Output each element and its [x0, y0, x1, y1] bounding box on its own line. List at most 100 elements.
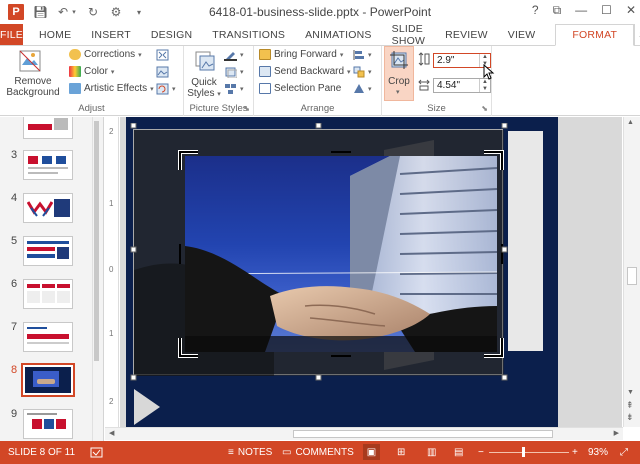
quick-styles-icon[interactable]	[194, 50, 216, 74]
customize-qat-icon[interactable]: ▾	[132, 8, 146, 17]
next-slide-icon[interactable]: ⇟	[626, 412, 634, 423]
chevron-down-icon: ▾	[339, 51, 344, 59]
selection-handles[interactable]	[128, 123, 510, 381]
slide-thumbnail-8[interactable]	[21, 363, 75, 397]
slide-show-icon: ▤	[454, 447, 464, 458]
tab-slide-show[interactable]: SLIDE SHOW	[382, 23, 435, 47]
save-icon[interactable]: 💾︎	[33, 5, 48, 19]
tab-file[interactable]: FILE	[0, 24, 23, 45]
tab-review[interactable]: REVIEW	[435, 24, 498, 45]
chevron-down-icon: ▾	[347, 68, 351, 76]
tab-design[interactable]: DESIGN	[141, 24, 202, 45]
minimize-button[interactable]: —	[575, 3, 587, 18]
canvas-horizontal-scrollbar[interactable]: ◀ ▶	[105, 427, 623, 440]
corrections-button[interactable]: Corrections ▾	[69, 49, 142, 60]
slide-show-view-button[interactable]: ▤	[454, 447, 463, 458]
tab-transitions[interactable]: TRANSITIONS	[202, 24, 295, 45]
slide-decorative-block	[508, 131, 543, 351]
ribbon-display-options-icon[interactable]: ⧉	[553, 3, 562, 18]
spelling-check-icon[interactable]	[90, 447, 103, 458]
canvas-vertical-scrollbar[interactable]: ▲ ▼ ⇞ ⇟	[623, 117, 640, 427]
picture-layout-icon[interactable]: ▾	[224, 83, 244, 95]
slide-thumbnail-3[interactable]	[23, 150, 73, 180]
notes-button[interactable]: ≡ NOTES	[228, 447, 272, 458]
slide-thumbnail-9[interactable]	[23, 409, 73, 439]
picture-effects-icon[interactable]: ▾	[224, 66, 244, 78]
slide-editing-canvas[interactable]	[120, 117, 622, 427]
previous-slide-icon[interactable]: ⇞	[626, 400, 634, 411]
vertical-ruler: 2 1 0 1 2	[105, 117, 119, 427]
undo-dropdown-icon[interactable]: ▾	[71, 8, 77, 16]
close-button[interactable]: ✕	[626, 3, 636, 18]
chevron-down-icon: ▾	[110, 68, 115, 76]
slide-number-9: 9	[11, 408, 18, 420]
send-backward-button[interactable]: Send Backward ▾	[259, 66, 351, 77]
zoom-level[interactable]: 93%	[588, 447, 608, 458]
comments-button[interactable]: ▭ COMMENTS	[282, 447, 354, 458]
remove-background-icon[interactable]	[18, 49, 42, 73]
group-objects-icon[interactable]: ▾	[353, 66, 372, 78]
undo-icon[interactable]: ↶	[56, 5, 70, 19]
slide-thumbnail-2-partial[interactable]	[23, 117, 73, 139]
slide-thumbnail-6[interactable]	[23, 279, 73, 309]
start-from-beginning-icon[interactable]: ⚙	[109, 5, 123, 19]
maximize-button[interactable]: ☐	[601, 3, 612, 18]
selection-pane-button[interactable]: Selection Pane	[259, 83, 341, 94]
slide-thumbnail-7[interactable]	[23, 322, 73, 352]
tab-insert[interactable]: INSERT	[81, 24, 141, 45]
color-button[interactable]: Color ▾	[69, 66, 114, 77]
crop-button[interactable]: Crop ▾	[384, 46, 414, 101]
artistic-effects-button[interactable]: Artistic Effects ▾	[69, 83, 154, 94]
picture-styles-launcher-icon[interactable]: ⬊	[243, 104, 250, 113]
scroll-left-icon[interactable]: ◀	[109, 429, 114, 437]
rotate-icon[interactable]: ▾	[353, 83, 372, 95]
compress-pictures-icon[interactable]	[156, 49, 169, 61]
quick-styles-button[interactable]: Quick Styles ▾	[184, 77, 224, 100]
thumbnail-scrollbar[interactable]	[92, 117, 100, 441]
chevron-down-icon: ▾	[172, 86, 176, 93]
bring-forward-button[interactable]: Bring Forward ▾	[259, 49, 343, 60]
normal-view-button[interactable]: ▣	[363, 444, 380, 460]
scroll-up-icon[interactable]: ▲	[627, 119, 634, 126]
zoom-in-button[interactable]: +	[572, 447, 578, 458]
chevron-down-icon: ▾	[240, 69, 244, 76]
slide-thumbnail-4[interactable]	[23, 193, 73, 223]
mouse-cursor-icon	[483, 64, 495, 80]
slide-thumbnail-panel: 3 4 5 6 7 8 9	[0, 117, 104, 441]
scroll-right-icon[interactable]: ▶	[614, 429, 619, 437]
change-picture-icon[interactable]	[156, 66, 169, 78]
scrollbar-thumb[interactable]	[627, 267, 637, 285]
notes-label: NOTES	[237, 447, 273, 458]
shape-width-value: 4.54"	[437, 80, 461, 91]
remove-background-button[interactable]: Remove Background	[2, 76, 64, 98]
tab-format[interactable]: FORMAT	[555, 24, 635, 46]
picture-border-icon[interactable]: ▾	[224, 49, 244, 61]
zoom-slider-thumb[interactable]	[521, 447, 525, 457]
slide-counter: SLIDE 8 OF 11	[8, 447, 76, 458]
width-spinner-arrows-icon[interactable]: ▲ ▼	[479, 79, 490, 92]
remove-background-label-2: Background	[6, 87, 60, 98]
shape-width-field[interactable]: 4.54" ▲ ▼	[433, 78, 491, 93]
tab-home[interactable]: HOME	[29, 24, 81, 45]
slide-number-6: 6	[11, 278, 18, 290]
horizontal-scrollbar-thumb[interactable]	[293, 430, 553, 438]
tab-view[interactable]: VIEW	[498, 24, 546, 45]
scroll-down-icon[interactable]: ▼	[627, 389, 634, 396]
ribbon: Remove Background Corrections ▾ Color ▾ …	[0, 46, 640, 116]
size-launcher-icon[interactable]: ⬊	[481, 104, 488, 113]
tab-sign-in[interactable]: Si	[634, 24, 640, 45]
fit-to-window-icon: ⤢	[620, 447, 628, 458]
tab-animations[interactable]: ANIMATIONS	[295, 24, 382, 45]
slide-thumbnail-5[interactable]	[23, 236, 73, 266]
reset-picture-icon[interactable]: ▾	[156, 83, 176, 95]
fit-to-window-button[interactable]: ⤢	[620, 447, 628, 458]
align-icon[interactable]: ▾	[353, 49, 372, 61]
slide-sorter-view-button[interactable]: ⊞	[397, 447, 405, 458]
zoom-slider-track[interactable]	[489, 452, 569, 453]
zoom-out-button[interactable]: −	[478, 447, 484, 458]
corrections-icon	[69, 49, 81, 60]
redo-icon[interactable]: ↻	[86, 5, 100, 19]
help-icon[interactable]: ?	[532, 3, 539, 18]
reading-view-button[interactable]: ▥	[427, 447, 436, 458]
comments-label: COMMENTS	[295, 447, 354, 458]
